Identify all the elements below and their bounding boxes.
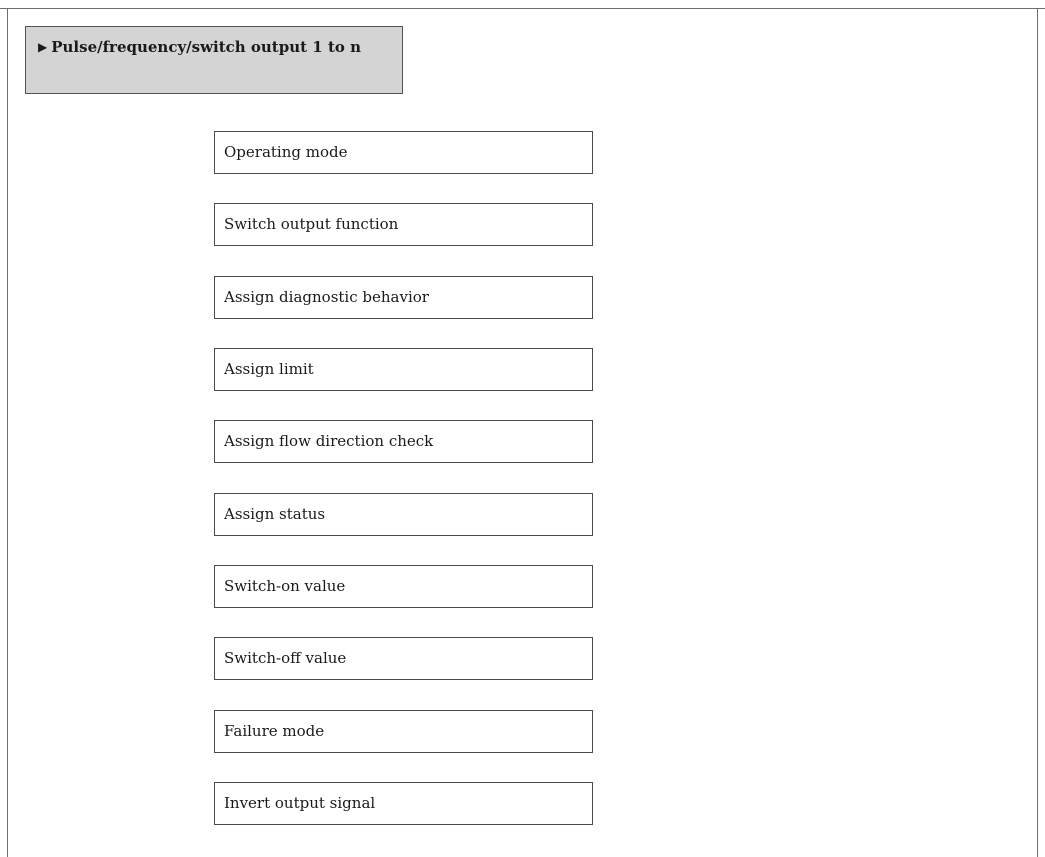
frame-top-border [0,8,1045,9]
parameter-operating-mode[interactable]: Operating mode [214,131,593,174]
frame-right-border [1037,8,1038,857]
parameter-switch-on-value[interactable]: Switch-on value [214,565,593,608]
parameter-assign-flow-direction-check[interactable]: Assign flow direction check [214,420,593,463]
parameter-failure-mode[interactable]: Failure mode [214,710,593,753]
submenu-header[interactable]: ▶ Pulse/frequency/switch output 1 to n [25,26,403,94]
parameter-invert-output-signal[interactable]: Invert output signal [214,782,593,825]
parameter-assign-diagnostic-behavior[interactable]: Assign diagnostic behavior [214,276,593,319]
submenu-title: Pulse/frequency/switch output 1 to n [51,38,362,56]
parameter-assign-status[interactable]: Assign status [214,493,593,536]
parameter-switch-off-value[interactable]: Switch-off value [214,637,593,680]
parameter-assign-limit[interactable]: Assign limit [214,348,593,391]
triangle-right-icon: ▶ [38,40,48,54]
frame-left-border [7,8,8,857]
parameter-switch-output-function[interactable]: Switch output function [214,203,593,246]
